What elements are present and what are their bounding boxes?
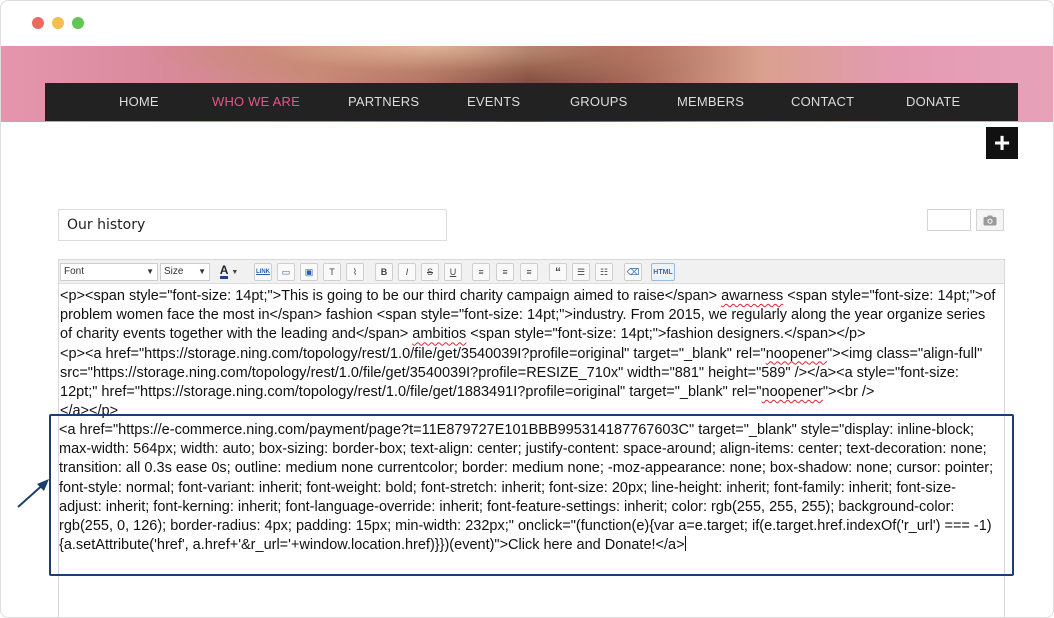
underline-button[interactable]: U bbox=[444, 263, 462, 281]
quote-icon: “ bbox=[555, 265, 561, 279]
code-paragraph: </a></p> bbox=[60, 402, 1000, 421]
html-icon: HTML bbox=[653, 268, 673, 276]
align-left-button[interactable]: ≡ bbox=[472, 263, 490, 281]
numbered-list-button[interactable]: ☷ bbox=[595, 263, 613, 281]
insert-text-box-button[interactable]: T bbox=[323, 263, 341, 281]
text-cursor bbox=[684, 536, 686, 552]
nav-item-donate[interactable]: DONATE bbox=[906, 83, 960, 121]
nav-item-members[interactable]: MEMBERS bbox=[677, 83, 744, 121]
insert-image-button[interactable]: ▭ bbox=[277, 263, 295, 281]
italic-button[interactable]: I bbox=[398, 263, 416, 281]
editor-toolbar: Font ▼ Size ▼ A ▼ LINK ▭ ▣ T ⌇ B I S U ≡… bbox=[59, 260, 1004, 284]
misspelled-word: ambitios bbox=[412, 326, 467, 343]
strikethrough-button[interactable]: S bbox=[421, 263, 439, 281]
video-icon: ▣ bbox=[304, 266, 314, 277]
html-source-text[interactable]: <p><span style="font-size: 14pt;">This i… bbox=[60, 287, 1000, 421]
donate-button-html-code[interactable]: <a href="https://e-commerce.ning.com/pay… bbox=[59, 421, 997, 555]
camera-icon bbox=[983, 215, 997, 225]
bullet-list-button[interactable]: ☰ bbox=[572, 263, 590, 281]
traffic-lights bbox=[32, 17, 84, 29]
nav-item-who-we-are[interactable]: WHO WE ARE bbox=[212, 83, 300, 121]
text-color-button[interactable]: A ▼ bbox=[215, 263, 243, 281]
numbered-list-icon: ☷ bbox=[599, 266, 609, 277]
html-source-button[interactable]: HTML bbox=[651, 263, 675, 281]
italic-icon: I bbox=[405, 267, 409, 277]
code-text: <p><span style="font-size: 14pt;">This i… bbox=[60, 288, 722, 304]
plus-icon: + bbox=[993, 127, 1011, 158]
browser-window: HOME WHO WE ARE PARTNERS EVENTS GROUPS M… bbox=[0, 0, 1054, 618]
post-title-value: Our history bbox=[67, 217, 146, 233]
maximize-window-dot[interactable] bbox=[72, 17, 84, 29]
code-text: <a href="https://e-commerce.ning.com/pay… bbox=[59, 422, 994, 554]
upload-photo-button[interactable] bbox=[976, 209, 1004, 231]
chevron-down-icon: ▼ bbox=[198, 267, 206, 276]
blockquote-button[interactable]: “ bbox=[549, 263, 567, 281]
post-title-input[interactable]: Our history bbox=[58, 209, 447, 241]
arrow-annotation-icon bbox=[17, 479, 49, 508]
misspelled-word: noopener bbox=[761, 384, 823, 401]
code-text: </a></p> bbox=[60, 403, 119, 420]
nav-item-events[interactable]: EVENTS bbox=[467, 83, 520, 121]
attach-file-button[interactable]: ⌇ bbox=[346, 263, 364, 281]
eraser-icon: ⌫ bbox=[626, 266, 640, 277]
font-family-select[interactable]: Font ▼ bbox=[60, 263, 158, 281]
chevron-down-icon: ▼ bbox=[231, 268, 239, 276]
code-text: <span style="font-size: 14pt;">fashion d… bbox=[466, 326, 866, 343]
text-color-icon: A bbox=[219, 263, 229, 279]
insert-link-button[interactable]: LINK bbox=[254, 263, 272, 281]
code-text: "><br /> bbox=[822, 384, 875, 401]
misspelled-word: awarness bbox=[721, 288, 784, 304]
bold-icon: B bbox=[380, 267, 388, 277]
main-navigation: HOME WHO WE ARE PARTNERS EVENTS GROUPS M… bbox=[45, 83, 1018, 121]
attach-icon: ⌇ bbox=[352, 266, 358, 277]
align-right-button[interactable]: ≡ bbox=[520, 263, 538, 281]
close-window-dot[interactable] bbox=[32, 17, 44, 29]
nav-item-home[interactable]: HOME bbox=[119, 83, 159, 121]
align-center-button[interactable]: ≡ bbox=[496, 263, 514, 281]
code-paragraph: <p><a href="https://storage.ning.com/top… bbox=[60, 345, 1000, 403]
image-icon: ▭ bbox=[281, 266, 291, 277]
strikethrough-icon: S bbox=[426, 267, 433, 277]
insert-video-button[interactable]: ▣ bbox=[300, 263, 318, 281]
text-box-icon: T bbox=[329, 267, 335, 277]
code-text: <p><a href="https://storage.ning.com/top… bbox=[60, 345, 766, 362]
bold-button[interactable]: B bbox=[375, 263, 393, 281]
align-left-icon: ≡ bbox=[478, 267, 484, 277]
misspelled-word: noopener bbox=[765, 345, 827, 362]
chevron-down-icon: ▼ bbox=[146, 267, 154, 276]
size-select-value: Size bbox=[164, 266, 184, 277]
add-content-button[interactable]: + bbox=[986, 127, 1018, 159]
underline-icon: U bbox=[449, 267, 457, 277]
font-select-value: Font bbox=[64, 266, 85, 277]
font-size-select[interactable]: Size ▼ bbox=[160, 263, 210, 281]
code-paragraph: <p><span style="font-size: 14pt;">This i… bbox=[60, 287, 1000, 345]
align-center-icon: ≡ bbox=[502, 267, 508, 277]
nav-item-groups[interactable]: GROUPS bbox=[570, 83, 628, 121]
link-icon: LINK bbox=[256, 269, 270, 275]
nav-item-partners[interactable]: PARTNERS bbox=[348, 83, 419, 121]
thumbnail-field[interactable] bbox=[927, 209, 971, 231]
minimize-window-dot[interactable] bbox=[52, 17, 64, 29]
nav-item-contact[interactable]: CONTACT bbox=[791, 83, 854, 121]
align-right-icon: ≡ bbox=[526, 267, 532, 277]
clear-formatting-button[interactable]: ⌫ bbox=[624, 263, 642, 281]
bullet-list-icon: ☰ bbox=[576, 266, 586, 277]
